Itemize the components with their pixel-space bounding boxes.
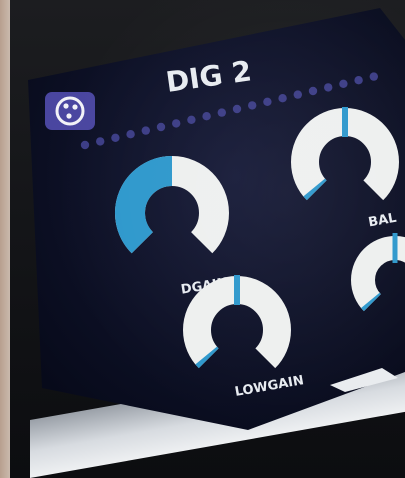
page-dot bbox=[141, 126, 150, 135]
page-dot bbox=[172, 119, 181, 128]
page-dot bbox=[111, 133, 120, 142]
page-dot bbox=[324, 83, 333, 92]
page-dot bbox=[293, 90, 302, 99]
page-dot bbox=[126, 130, 135, 139]
page-dot bbox=[369, 72, 378, 81]
page-dot bbox=[202, 112, 211, 121]
screen-display: DIG 2 DGAIN BAL LOWGAIN bbox=[28, 8, 405, 430]
page-dot bbox=[96, 137, 105, 146]
page-dot bbox=[354, 76, 363, 85]
page-dot bbox=[263, 97, 272, 107]
page-dot bbox=[232, 104, 242, 114]
page-dot bbox=[308, 86, 318, 96]
page-dot bbox=[187, 115, 196, 125]
page-dot bbox=[339, 79, 348, 89]
page-dot bbox=[248, 101, 257, 110]
page-dot bbox=[80, 140, 90, 150]
page-dot bbox=[217, 108, 226, 117]
page-dot bbox=[156, 122, 166, 132]
settings-sliders-icon[interactable] bbox=[45, 92, 95, 130]
page-dot bbox=[278, 94, 287, 103]
